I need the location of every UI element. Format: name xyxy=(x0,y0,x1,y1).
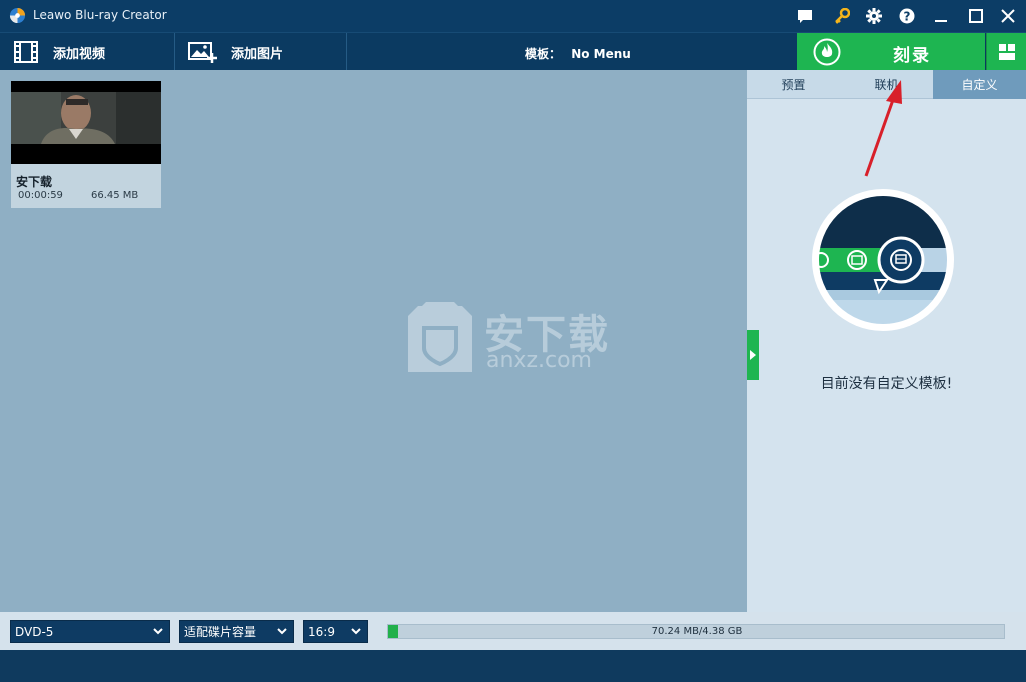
tab-label: 自定义 xyxy=(961,78,998,92)
chevron-right-icon xyxy=(750,350,756,360)
empty-template-illustration xyxy=(812,189,954,331)
fit-mode-select[interactable]: 适配碟片容量 xyxy=(179,620,294,643)
status-bar: DVD-5 适配碟片容量 16:9 70.24 MB/4.38 GB xyxy=(0,612,1026,682)
window-title: Leawo Blu-ray Creator xyxy=(33,8,167,22)
tab-label: 预置 xyxy=(781,78,806,92)
watermark-url: anxz.com xyxy=(486,348,592,373)
toolbar-divider xyxy=(346,33,347,71)
disc-type-value: DVD-5 xyxy=(15,624,54,639)
help-icon[interactable]: ? xyxy=(897,6,917,26)
video-name: 安下载 xyxy=(16,175,53,189)
layout-toggle-button[interactable] xyxy=(986,33,1026,71)
template-panel: 预置 联机 自定义 目前没有自定义模板! xyxy=(747,70,1026,612)
toolbar: 添加视频 添加图片 模板： No Menu 刻录 xyxy=(0,32,1026,71)
chevron-down-icon xyxy=(351,628,361,635)
aspect-ratio-value: 16:9 xyxy=(308,624,335,639)
toolbar-divider xyxy=(174,33,175,71)
tab-preset[interactable]: 预置 xyxy=(747,70,840,99)
aspect-ratio-select[interactable]: 16:9 xyxy=(303,620,368,643)
tab-custom[interactable]: 自定义 xyxy=(933,70,1026,99)
add-photo-button[interactable]: 添加图片 xyxy=(188,33,283,71)
watermark: 安下载 anxz.com xyxy=(404,298,624,380)
panel-collapse-button[interactable] xyxy=(747,330,759,380)
bottom-strip xyxy=(0,650,1026,682)
close-icon[interactable] xyxy=(998,6,1018,26)
svg-text:?: ? xyxy=(904,10,911,24)
disc-capacity-text: 70.24 MB/4.38 GB xyxy=(651,626,743,637)
template-tabs: 预置 联机 自定义 xyxy=(747,70,1026,99)
add-photo-label: 添加图片 xyxy=(231,46,284,62)
template-selector[interactable]: 模板： No Menu xyxy=(525,45,631,62)
add-image-icon xyxy=(188,42,217,63)
burn-label: 刻录 xyxy=(893,46,931,66)
chat-icon[interactable] xyxy=(795,6,815,26)
key-icon[interactable] xyxy=(832,6,852,26)
watermark-shield-icon xyxy=(408,302,472,372)
video-item[interactable]: 安下载 00:00:59 66.45 MB xyxy=(11,81,161,208)
add-video-button[interactable]: 添加视频 xyxy=(14,33,105,71)
chevron-down-icon xyxy=(277,628,287,635)
tab-label: 联机 xyxy=(874,78,899,92)
title-bar: Leawo Blu-ray Creator ? xyxy=(0,0,1026,32)
tab-online[interactable]: 联机 xyxy=(840,70,933,99)
maximize-icon[interactable] xyxy=(966,6,986,26)
gear-icon[interactable] xyxy=(864,6,884,26)
media-area: 安下载 00:00:59 66.45 MB 安下载 anxz.com xyxy=(0,70,747,612)
chevron-down-icon xyxy=(153,628,163,635)
video-duration: 00:00:59 xyxy=(18,190,63,201)
burn-disc-icon xyxy=(813,38,841,66)
empty-template-message: 目前没有自定义模板! xyxy=(820,376,953,392)
app-window: Leawo Blu-ray Creator ? 添加视频 添加图片 模板： No… xyxy=(0,0,1026,682)
layout-icon xyxy=(998,44,1015,60)
burn-button[interactable]: 刻录 xyxy=(797,33,985,71)
disc-type-select[interactable]: DVD-5 xyxy=(10,620,170,643)
video-thumbnail[interactable] xyxy=(11,81,161,164)
minimize-icon[interactable] xyxy=(931,6,951,26)
film-icon xyxy=(14,41,38,63)
app-logo-icon xyxy=(9,7,26,24)
fit-mode-value: 适配碟片容量 xyxy=(184,625,257,639)
template-prefix: 模板： xyxy=(525,47,562,61)
disc-capacity-bar: 70.24 MB/4.38 GB xyxy=(387,624,1005,639)
template-value: No Menu xyxy=(571,47,631,61)
add-video-label: 添加视频 xyxy=(53,46,106,62)
video-size: 66.45 MB xyxy=(91,190,139,201)
